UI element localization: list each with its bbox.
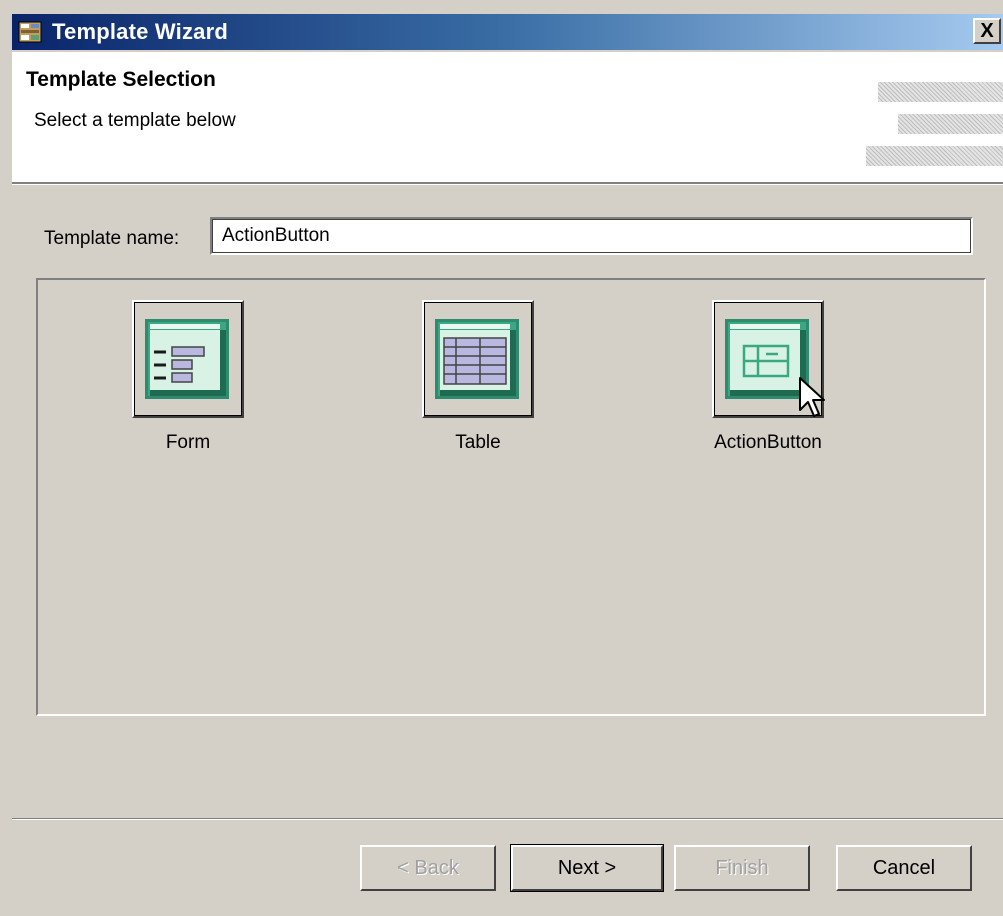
mouse-cursor-icon bbox=[799, 377, 825, 417]
page-title: Template Selection bbox=[26, 68, 216, 91]
table-template-icon bbox=[435, 319, 519, 399]
finish-button[interactable]: Finish bbox=[674, 845, 810, 891]
template-icon-frame[interactable] bbox=[422, 300, 534, 418]
template-label: ActionButton bbox=[714, 432, 822, 453]
template-label: Table bbox=[455, 432, 501, 453]
template-icon-frame[interactable] bbox=[132, 300, 244, 418]
template-wizard-window: Template Wizard X Template Selection Sel… bbox=[0, 0, 1003, 916]
banner-decoration bbox=[878, 82, 1003, 102]
template-item-form[interactable]: Form bbox=[78, 300, 298, 470]
banner-decoration bbox=[866, 146, 1003, 166]
banner-decoration bbox=[898, 114, 1003, 134]
wizard-icon bbox=[18, 21, 42, 43]
template-list: Form Table ActionButton bbox=[36, 278, 986, 716]
window-title: Template Wizard bbox=[52, 19, 228, 44]
next-button[interactable]: Next > bbox=[510, 844, 664, 892]
header-banner: Template Selection Select a template bel… bbox=[12, 52, 1003, 184]
back-button[interactable]: < Back bbox=[360, 845, 496, 891]
title-bar[interactable]: Template Wizard X bbox=[12, 14, 1003, 50]
template-item-actionbutton[interactable]: ActionButton bbox=[658, 300, 878, 470]
template-name-label: Template name: bbox=[44, 228, 180, 249]
cancel-button[interactable]: Cancel bbox=[836, 845, 972, 891]
footer-separator-highlight bbox=[12, 819, 1003, 820]
template-name-input[interactable] bbox=[210, 217, 973, 255]
form-template-icon bbox=[145, 319, 229, 399]
page-subtitle: Select a template below bbox=[34, 110, 236, 131]
template-item-table[interactable]: Table bbox=[368, 300, 588, 470]
header-divider bbox=[12, 184, 1003, 185]
template-label: Form bbox=[165, 432, 211, 453]
close-button[interactable]: X bbox=[973, 18, 1001, 44]
close-icon: X bbox=[980, 20, 994, 42]
